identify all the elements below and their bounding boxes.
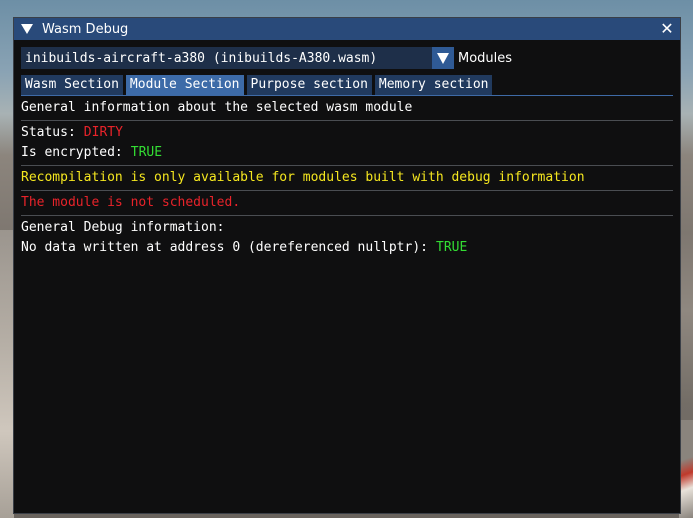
- nullptr-row: No data written at address 0 (dereferenc…: [21, 238, 673, 258]
- dropdown-button[interactable]: [432, 47, 454, 69]
- schedule-note: The module is not scheduled.: [21, 195, 241, 210]
- separator: [21, 120, 673, 121]
- section-tabbar: Wasm Section Module Section Purpose sect…: [21, 75, 673, 96]
- separator: [21, 190, 673, 191]
- tab-purpose-section[interactable]: Purpose section: [246, 75, 372, 95]
- status-label: Status:: [21, 125, 76, 140]
- status-row: Status: DIRTY: [21, 123, 673, 143]
- background-runway-left: [0, 230, 14, 518]
- module-section-content: General information about the selected w…: [21, 98, 673, 258]
- window-title: Wasm Debug: [42, 21, 129, 37]
- module-selector-dropdown[interactable]: inibuilds-aircraft-a380 (inibuilds-A380.…: [21, 47, 454, 69]
- encrypted-label: Is encrypted:: [21, 145, 123, 160]
- background-aircraft-right: [679, 420, 693, 518]
- debug-heading: General Debug information:: [21, 220, 225, 235]
- encrypted-value: TRUE: [130, 145, 163, 160]
- tab-memory-section[interactable]: Memory section: [374, 75, 493, 95]
- separator: [21, 165, 673, 166]
- encrypted-row: Is encrypted: TRUE: [21, 143, 673, 163]
- module-selector-row: inibuilds-aircraft-a380 (inibuilds-A380.…: [21, 47, 512, 69]
- status-value: DIRTY: [83, 125, 123, 140]
- window-titlebar[interactable]: Wasm Debug ✕: [14, 18, 680, 40]
- collapse-arrow-icon[interactable]: [21, 24, 33, 34]
- module-selector-value: inibuilds-aircraft-a380 (inibuilds-A380.…: [25, 50, 378, 66]
- separator: [21, 215, 673, 216]
- chevron-down-icon: [437, 52, 449, 64]
- section-heading: General information about the selected w…: [21, 100, 413, 115]
- tab-wasm-section[interactable]: Wasm Section: [21, 75, 123, 95]
- tab-module-section[interactable]: Module Section: [125, 75, 244, 95]
- recompilation-note: Recompilation is only available for modu…: [21, 170, 585, 185]
- wasm-debug-window: Wasm Debug ✕ inibuilds-aircraft-a380 (in…: [13, 17, 681, 514]
- nullptr-label: No data written at address 0 (dereferenc…: [21, 240, 428, 255]
- module-selector-label: Modules: [458, 50, 513, 66]
- close-icon[interactable]: ✕: [659, 21, 675, 37]
- nullptr-value: TRUE: [436, 240, 468, 255]
